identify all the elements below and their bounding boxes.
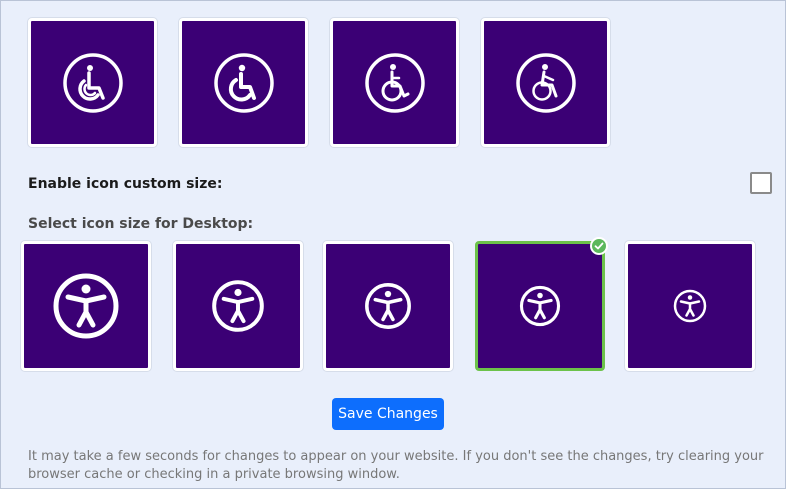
- wheelchair-icon: [515, 52, 576, 113]
- wheelchair-icon: [213, 52, 274, 113]
- size-option-2[interactable]: [173, 241, 303, 371]
- size-option-3[interactable]: [323, 241, 453, 371]
- desktop-size-label: Select icon size for Desktop:: [28, 216, 254, 232]
- accessibility-person-icon: [673, 289, 707, 323]
- accessibility-person-icon: [365, 283, 411, 329]
- wheelchair-icon: [364, 52, 425, 113]
- custom-size-checkbox[interactable]: [750, 172, 772, 194]
- accessibility-person-icon: [212, 280, 264, 332]
- icon-style-option-1[interactable]: [28, 18, 157, 147]
- selected-check-icon: [590, 237, 608, 255]
- custom-size-label: Enable icon custom size:: [28, 176, 223, 192]
- wheelchair-icon: [62, 52, 123, 113]
- size-option-4[interactable]: [475, 241, 605, 371]
- icon-style-option-4[interactable]: [481, 18, 610, 147]
- size-option-1[interactable]: [21, 241, 151, 371]
- help-note: It may take a few seconds for changes to…: [28, 449, 764, 482]
- icon-style-option-3[interactable]: [330, 18, 459, 147]
- accessibility-person-icon: [53, 273, 119, 339]
- size-option-5[interactable]: [625, 241, 755, 371]
- save-changes-button[interactable]: Save Changes: [332, 398, 444, 430]
- icon-style-option-2[interactable]: [179, 18, 308, 147]
- accessibility-person-icon: [519, 285, 561, 327]
